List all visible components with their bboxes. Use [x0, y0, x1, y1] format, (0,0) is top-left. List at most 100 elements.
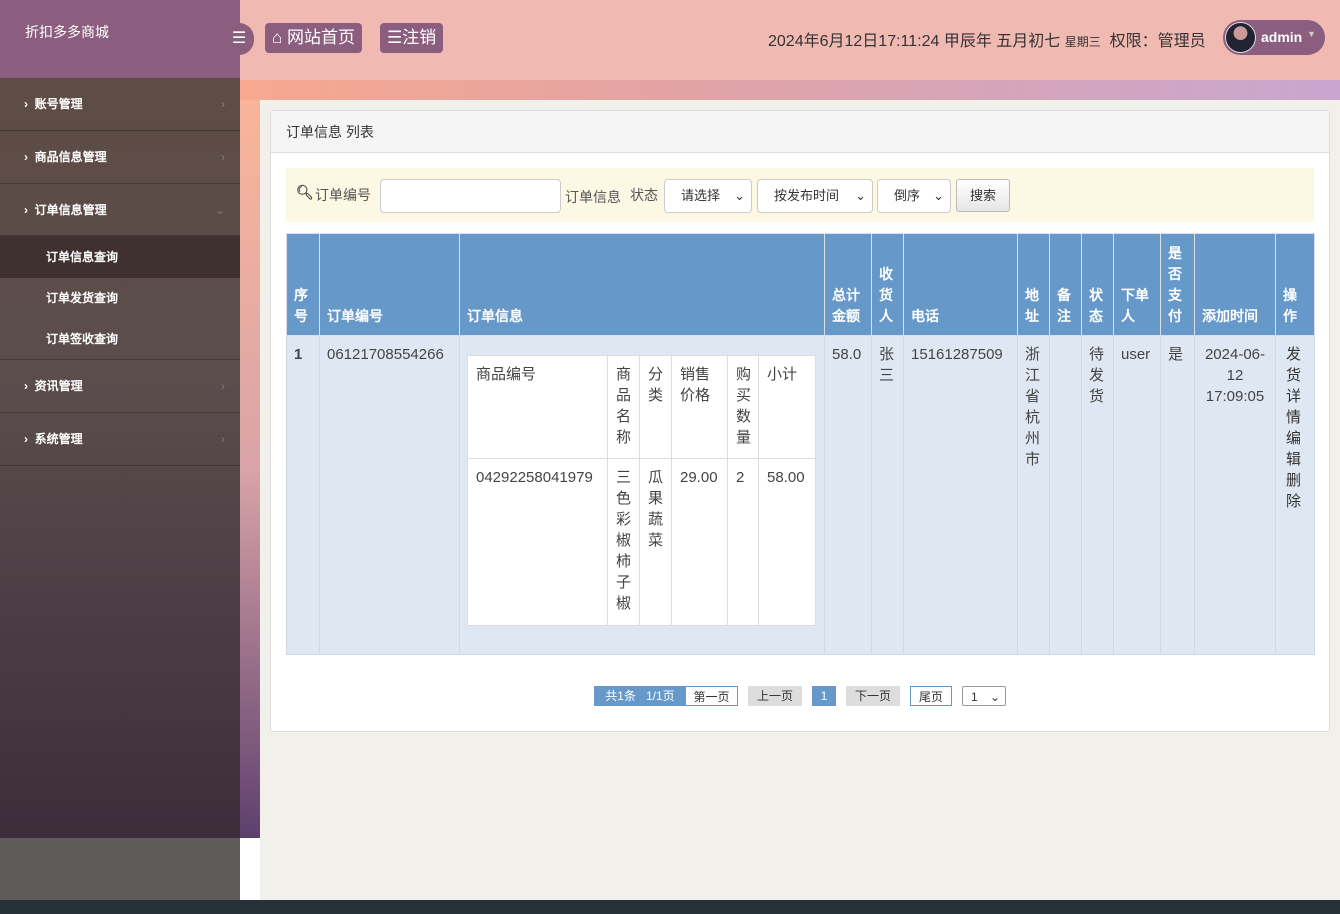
datetime: 2024年6月12日17:11:24 甲辰年 五月初七 星期三 权限：管理员 [768, 27, 1206, 51]
last-page-button[interactable]: 尾页 [910, 686, 952, 706]
items-col-code: 商品编号 [467, 355, 608, 459]
order-info-label: 订单信息 [565, 189, 621, 205]
cell-order-no: 06121708554266 [319, 335, 460, 655]
sidebar-item-news[interactable]: › 资讯管理 › [0, 360, 240, 413]
sort-order-select[interactable]: 倒序 ⌄ [877, 179, 951, 213]
page-jump-select[interactable]: 1 ⌄ [962, 686, 1006, 706]
chevron-down-icon: ⌄ [989, 690, 1000, 704]
items-header-row: 商品编号 商品名称 分类 销售价格 购买数量 小计 [467, 355, 816, 459]
weekday: 星期三 [1064, 35, 1101, 49]
role-text: 权限：管理员 [1109, 33, 1206, 50]
col-time: 添加时间 [1194, 233, 1276, 336]
sidebar-footer [0, 838, 240, 900]
username: admin [1261, 29, 1303, 45]
items-col-subtotal: 小计 [758, 355, 816, 459]
sidebar-item-account[interactable]: › 账号管理 › [0, 78, 240, 131]
chevron-down-icon: ⌄ [933, 188, 944, 203]
footer-gap [240, 838, 260, 900]
orders-table: 序号 订单编号 订单信息 总计金额 收货人 电话 地址 备注 状态 下单人 是否… [286, 233, 1315, 655]
col-status: 状态 [1081, 233, 1114, 336]
item-category: 瓜果蔬菜 [639, 458, 672, 626]
chevron-right-icon: › [221, 97, 225, 111]
col-remark: 备注 [1049, 233, 1082, 336]
caret-down-icon: ▼ [1307, 29, 1316, 39]
col-index: 序号 [286, 233, 320, 336]
pager-summary: 共1条 1/1页 [594, 686, 686, 706]
sidebar-sub-receipt-query[interactable]: 订单签收查询 [0, 319, 240, 360]
sort-field-select[interactable]: 按发布时间 ⌄ [757, 179, 873, 213]
chevron-down-icon: ⌄ [855, 188, 866, 203]
item-qty: 2 [727, 458, 759, 626]
chevron-right-icon: › [221, 432, 225, 446]
item-subtotal: 58.00 [758, 458, 816, 626]
home-label: 网站首页 [287, 28, 356, 47]
items-col-price: 销售价格 [671, 355, 728, 459]
search-bar: 🔍︎ 订单编号 订单信息 状态 请选择 ⌄ 按发布时间 ⌄ 倒序 ⌄ 搜索 [286, 168, 1314, 222]
logout-button[interactable]: ☰注销 [380, 23, 444, 53]
cell-order-info: 商品编号 商品名称 分类 销售价格 购买数量 小计 04292258041979… [459, 335, 825, 655]
cell-actions: 发货详情编辑删除 [1275, 335, 1315, 655]
edit-link[interactable]: 编辑 [1286, 430, 1301, 468]
cell-user: user [1113, 335, 1161, 655]
table-row: 1 06121708554266 商品编号 商品名称 分类 销售价格 购买数量 … [286, 335, 1315, 655]
cell-time: 2024-06-12 17:09:05 [1194, 335, 1276, 655]
cell-receiver: 张三 [871, 335, 904, 655]
cell-index: 1 [286, 335, 320, 655]
sidebar-toggle-button[interactable]: ☰ [224, 23, 254, 55]
order-no-label: 订单编号 [315, 187, 371, 203]
current-page[interactable]: 1 [812, 686, 836, 706]
prev-page-button[interactable]: 上一页 [748, 686, 802, 706]
col-phone: 电话 [903, 233, 1018, 336]
cell-address: 浙江省杭州市 [1017, 335, 1050, 655]
cell-total: 58.0 [824, 335, 872, 655]
item-name: 三色彩椒柿子椒 [607, 458, 640, 626]
sidebar-item-goods[interactable]: › 商品信息管理 › [0, 131, 240, 184]
os-taskbar [0, 900, 1340, 914]
col-total: 总计金额 [824, 233, 872, 336]
decor-strip [240, 80, 1340, 100]
sidebar-sub-order-query[interactable]: 订单信息查询 [0, 237, 240, 278]
home-button[interactable]: ⌂ 网站首页 [265, 23, 363, 53]
order-list-panel: 订单信息 列表 🔍︎ 订单编号 订单信息 状态 请选择 ⌄ 按发布时间 ⌄ 倒序 ⌄ … [270, 110, 1330, 732]
sidebar-item-system[interactable]: › 系统管理 › [0, 413, 240, 466]
sidebar-sub-shipping-query[interactable]: 订单发货查询 [0, 278, 240, 319]
home-icon: ⌂ [272, 28, 283, 47]
col-paid: 是否支付 [1160, 233, 1195, 336]
col-order-no: 订单编号 [319, 233, 460, 336]
col-actions: 操作 [1275, 233, 1315, 336]
item-code: 04292258041979 [467, 458, 608, 626]
user-menu[interactable]: admin ▼ [1223, 20, 1325, 55]
cell-status: 待发货 [1081, 335, 1114, 655]
table-header-row: 序号 订单编号 订单信息 总计金额 收货人 电话 地址 备注 状态 下单人 是否… [286, 233, 1315, 336]
item-price: 29.00 [671, 458, 728, 626]
col-address: 地址 [1017, 233, 1050, 336]
order-items-table: 商品编号 商品名称 分类 销售价格 购买数量 小计 04292258041979… [467, 355, 816, 626]
app-title: 折扣多多商城 [0, 0, 240, 80]
status-label: 状态 [630, 187, 658, 203]
first-page-button[interactable]: 第一页 [685, 686, 738, 706]
search-button[interactable]: 搜索 [956, 179, 1010, 212]
items-col-name: 商品名称 [607, 355, 640, 459]
sidebar-item-orders[interactable]: › 订单信息管理 ⌄ [0, 184, 240, 237]
panel-title: 订单信息 列表 [271, 111, 1329, 153]
chevron-right-icon: › [221, 150, 225, 164]
next-page-button[interactable]: 下一页 [846, 686, 900, 706]
delete-link[interactable]: 删除 [1286, 472, 1301, 510]
decor-strip-side [240, 100, 260, 838]
col-order-info: 订单信息 [459, 233, 825, 336]
detail-link[interactable]: 详情 [1286, 388, 1301, 426]
cell-paid: 是 [1160, 335, 1195, 655]
order-no-input[interactable] [380, 179, 561, 213]
cell-phone: 15161287509 [903, 335, 1018, 655]
datetime-text: 2024年6月12日17:11:24 甲辰年 五月初七 [768, 33, 1061, 50]
cell-remark [1049, 335, 1082, 655]
status-select[interactable]: 请选择 ⌄ [664, 179, 752, 213]
chevron-down-icon: ⌄ [734, 188, 745, 203]
search-icon: 🔍︎ [296, 184, 314, 200]
col-receiver: 收货人 [871, 233, 904, 336]
avatar [1225, 22, 1256, 53]
logout-label: 注销 [402, 28, 437, 47]
chevron-down-icon: ⌄ [214, 203, 225, 217]
ship-link[interactable]: 发货 [1286, 346, 1301, 384]
menu-icon: ☰ [387, 28, 403, 47]
